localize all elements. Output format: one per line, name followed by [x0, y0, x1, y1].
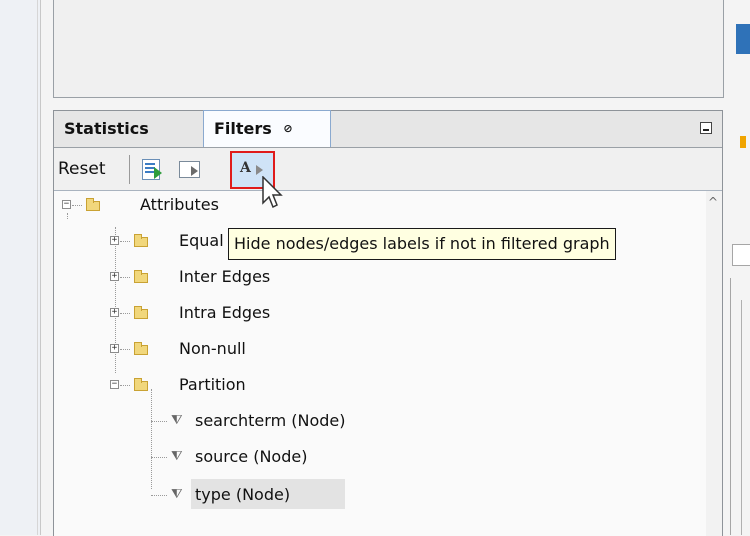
- tab-bar: Statistics Filters ⊘: [54, 110, 722, 148]
- tree-item-label: searchterm (Node): [195, 411, 346, 430]
- side-input[interactable]: [732, 244, 750, 266]
- collapse-icon[interactable]: −: [62, 200, 71, 209]
- minimize-button[interactable]: [700, 122, 712, 134]
- tree-line: [151, 389, 152, 489]
- export-filter-icon[interactable]: [138, 155, 166, 183]
- blue-accent: [736, 24, 750, 54]
- tree-line: [72, 205, 82, 206]
- tree-item-label: Intra Edges: [179, 303, 271, 322]
- tree-item-label: Inter Edges: [179, 267, 271, 286]
- tree-line: [120, 349, 130, 350]
- tree-item-label: Non-null: [179, 339, 246, 358]
- expand-icon[interactable]: +: [110, 236, 119, 245]
- reset-button[interactable]: Reset: [56, 156, 108, 182]
- hide-labels-letter: A: [240, 160, 251, 176]
- right-edge-panel: [730, 0, 750, 535]
- side-panel: [730, 278, 750, 535]
- close-tab-icon[interactable]: ⊘: [283, 122, 292, 135]
- tree-line: [120, 277, 130, 278]
- filters-toolbar: Reset A: [54, 148, 722, 191]
- tree-line: [120, 241, 130, 242]
- orange-accent: [740, 136, 746, 148]
- filter-funnel-icon: ⧨: [171, 449, 183, 464]
- tree-line: [151, 457, 167, 458]
- expand-icon[interactable]: +: [110, 344, 119, 353]
- export-arrow-glyph: [154, 167, 162, 179]
- folder-icon: [134, 270, 148, 283]
- mouse-cursor-icon: [262, 176, 283, 209]
- tree-item-label: type (Node): [195, 485, 291, 504]
- tree-line: [151, 495, 167, 496]
- folder-icon: [134, 342, 148, 355]
- folder-icon: [134, 378, 148, 391]
- tab-filters[interactable]: Filters ⊘: [203, 110, 331, 147]
- collapse-icon[interactable]: −: [110, 380, 119, 389]
- tree-line: [120, 313, 130, 314]
- filter-funnel-icon: ⧨: [171, 413, 183, 428]
- folder-icon: [134, 234, 148, 247]
- tree-line: [67, 213, 68, 219]
- scroll-up-icon[interactable]: ^: [708, 196, 718, 208]
- filter-funnel-icon: ⧨: [171, 487, 183, 502]
- folder-icon: [86, 198, 100, 211]
- filters-panel: Statistics Filters ⊘ Reset A − Attribute…: [53, 110, 723, 536]
- tree-item-label: source (Node): [195, 447, 308, 466]
- expand-icon[interactable]: +: [110, 308, 119, 317]
- expand-icon[interactable]: +: [110, 272, 119, 281]
- select-filter-icon[interactable]: [176, 155, 204, 183]
- top-pane: [53, 0, 724, 98]
- hide-labels-arrow-glyph: [256, 165, 263, 175]
- toolbar-separator: [129, 155, 130, 184]
- tab-filters-label: Filters: [214, 119, 272, 138]
- select-arrow-glyph: [191, 166, 198, 176]
- tree-item-label: Partition: [179, 375, 246, 394]
- tree-item-label: Equal: [179, 231, 224, 250]
- tab-statistics-label: Statistics: [64, 119, 149, 138]
- tooltip: Hide nodes/edges labels if not in filter…: [228, 228, 616, 260]
- folder-icon: [134, 306, 148, 319]
- tree-line: [151, 421, 167, 422]
- tab-statistics[interactable]: Statistics: [54, 111, 202, 146]
- tree-line: [120, 385, 130, 386]
- tree-item-label: Attributes: [140, 195, 219, 214]
- left-gutter: [0, 0, 41, 535]
